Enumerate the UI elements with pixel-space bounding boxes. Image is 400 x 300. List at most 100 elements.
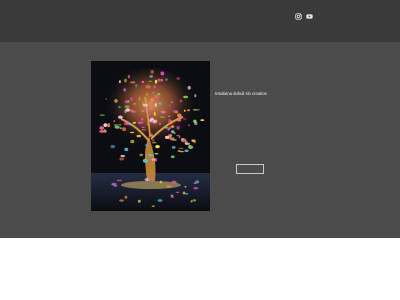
painting-petal: [99, 114, 105, 116]
painting-petal: [135, 84, 138, 88]
painting-petal: [178, 135, 181, 139]
painting-petal: [183, 118, 187, 120]
painting-petal: [113, 124, 118, 126]
painting-petal: [120, 155, 125, 157]
painting-petal: [158, 122, 162, 125]
painting-petal: [177, 113, 182, 118]
painting-petal: [149, 133, 153, 137]
flower-tree-painting: [91, 61, 210, 211]
painting-petal: [111, 182, 117, 186]
painting-petal: [154, 152, 159, 155]
painting-petal: [151, 158, 156, 161]
painting-petal: [187, 124, 191, 127]
painting-petal: [170, 194, 173, 197]
painting-petal: [188, 145, 194, 149]
painting-petal: [177, 119, 182, 122]
painting-petal: [155, 145, 160, 149]
painting-petal: [193, 139, 196, 144]
painting-petal: [118, 106, 121, 108]
painting-petal: [137, 199, 141, 203]
footer: [0, 238, 400, 300]
painting-petal: [107, 123, 110, 128]
painting-petal: [141, 80, 145, 84]
painting-petal: [170, 101, 174, 104]
painting-petal: [170, 120, 173, 125]
painting-petal: [118, 115, 123, 119]
painting-petal: [119, 127, 123, 130]
youtube-icon[interactable]: [306, 7, 313, 19]
painting-petal: [183, 109, 186, 112]
instagram-icon[interactable]: [295, 7, 302, 20]
painting-petal: [157, 199, 163, 202]
painting-petal: [140, 118, 144, 121]
painting-petal: [173, 132, 176, 134]
painting-petal: [123, 121, 130, 126]
painting-petal: [197, 109, 200, 111]
painting-petal: [125, 108, 131, 112]
painting-petal: [127, 74, 131, 79]
painting-petal: [113, 120, 116, 122]
painting-petal: [136, 134, 142, 138]
painting-petal: [103, 123, 108, 127]
painting-petal: [130, 81, 136, 84]
painting-petal: [122, 127, 126, 132]
painting-petal: [154, 94, 159, 99]
header-bar: [0, 0, 400, 42]
painting-petal: [119, 199, 124, 202]
painting-petal: [127, 100, 130, 102]
painting-petal: [114, 99, 118, 103]
painting-petal: [100, 130, 105, 132]
painting-petal: [141, 129, 146, 131]
painting-canvas: [91, 61, 210, 211]
painting-petal: [130, 139, 135, 144]
painting-petal: [132, 103, 137, 105]
painting-petal: [150, 117, 154, 120]
painting-petal: [168, 126, 172, 129]
painting-petal: [184, 193, 189, 195]
painting-petal: [148, 80, 153, 82]
painting-petal: [147, 122, 149, 126]
painting-petal: [145, 144, 148, 146]
painting-petal: [123, 88, 126, 92]
painting-petal: [175, 191, 180, 193]
painting-petal: [146, 93, 148, 96]
painting-petal: [124, 78, 127, 83]
painting-petal: [153, 112, 156, 116]
painting-petal: [139, 153, 144, 157]
painting-petal: [168, 115, 171, 117]
painting-petal: [168, 104, 171, 107]
hero-section: Intuitiana duhuli sin creatios: [0, 42, 400, 238]
painting-petal: [130, 131, 134, 134]
painting-petal: [150, 70, 154, 74]
painting-petal: [194, 94, 197, 98]
painting-petal: [118, 80, 121, 84]
painting-petal: [114, 125, 120, 129]
painting-petal: [187, 109, 190, 112]
painting-petal: [193, 187, 199, 190]
painting-petal: [145, 85, 151, 89]
painting-petal: [187, 85, 191, 90]
painting-petal: [124, 195, 128, 199]
painting-petal: [152, 91, 155, 94]
painting-petal: [195, 180, 200, 184]
painting-petal: [131, 110, 137, 113]
painting-petal: [170, 125, 175, 128]
painting-petal: [172, 109, 178, 113]
painting-petal: [119, 157, 125, 161]
painting-petal: [132, 121, 137, 124]
outline-button[interactable]: [236, 164, 264, 174]
painting-petal: [160, 78, 163, 82]
painting-petal: [99, 126, 104, 130]
painting-petal: [141, 126, 145, 128]
painting-petal: [116, 179, 123, 182]
painting-petal: [190, 200, 193, 203]
painting-petal: [142, 158, 148, 163]
painting-petal: [146, 113, 152, 116]
painting-petal: [164, 135, 170, 139]
painting-petal: [150, 98, 154, 102]
painting-petal: [110, 145, 116, 149]
painting-petal: [153, 85, 156, 89]
painting-petal: [177, 150, 181, 152]
painting-petal: [184, 149, 189, 153]
painting-caption: Intuitiana duhuli sin creatios: [215, 91, 267, 96]
